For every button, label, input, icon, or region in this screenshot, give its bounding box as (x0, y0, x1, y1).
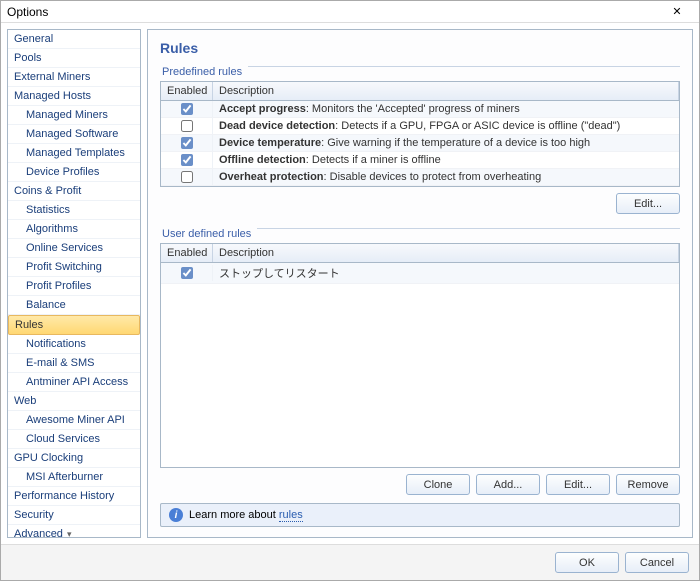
col-description[interactable]: Description (213, 244, 679, 262)
window-title: Options (7, 5, 661, 19)
rule-enabled-checkbox[interactable] (181, 171, 193, 183)
col-description[interactable]: Description (213, 82, 679, 100)
rule-desc: ストップしてリスタート (213, 263, 679, 283)
add-button[interactable]: Add... (476, 474, 540, 495)
footer: OK Cancel (1, 544, 699, 580)
titlebar: Options ✕ (1, 1, 699, 23)
rule-enabled-checkbox[interactable] (181, 103, 193, 115)
table-row[interactable]: Dead device detection: Detects if a GPU,… (161, 118, 679, 135)
sidebar-item-rules[interactable]: Rules (8, 315, 140, 335)
sidebar-item-performance-history[interactable]: Performance History (8, 487, 140, 506)
options-window: Options ✕ GeneralPoolsExternal MinersMan… (0, 0, 700, 581)
sidebar-item-msi-afterburner[interactable]: MSI Afterburner (8, 468, 140, 487)
rule-name: Offline detection (219, 154, 306, 166)
sidebar-item-gpu-clocking[interactable]: GPU Clocking (8, 449, 140, 468)
predefined-grid: Enabled Description Accept progress: Mon… (160, 81, 680, 187)
user-grid: Enabled Description ストップしてリスタート (160, 243, 680, 468)
col-enabled[interactable]: Enabled (161, 82, 213, 100)
user-label: User defined rules (160, 228, 251, 240)
predefined-edit-button[interactable]: Edit... (616, 193, 680, 214)
sidebar-item-advanced[interactable]: Advanced▾ (8, 525, 140, 538)
rule-name: Accept progress (219, 103, 306, 115)
sidebar-item-pools[interactable]: Pools (8, 49, 140, 68)
rule-desc: : Give warning if the temperature of a d… (321, 137, 590, 149)
sidebar-item-awesome-miner-api[interactable]: Awesome Miner API (8, 411, 140, 430)
info-icon: i (169, 508, 183, 522)
sidebar-item-e-mail-sms[interactable]: E-mail & SMS (8, 354, 140, 373)
rule-desc: : Detects if a GPU, FPGA or ASIC device … (335, 120, 620, 132)
rule-enabled-checkbox[interactable] (181, 267, 193, 279)
sidebar-item-security[interactable]: Security (8, 506, 140, 525)
sidebar-item-general[interactable]: General (8, 30, 140, 49)
sidebar-item-algorithms[interactable]: Algorithms (8, 220, 140, 239)
rule-desc: : Monitors the 'Accepted' progress of mi… (306, 103, 520, 115)
page-title: Rules (160, 40, 680, 56)
table-row[interactable]: ストップしてリスタート (161, 263, 679, 284)
table-row[interactable]: Accept progress: Monitors the 'Accepted'… (161, 101, 679, 118)
sidebar-item-cloud-services[interactable]: Cloud Services (8, 430, 140, 449)
rule-enabled-checkbox[interactable] (181, 120, 193, 132)
user-edit-button[interactable]: Edit... (546, 474, 610, 495)
sidebar-item-antminer-api-access[interactable]: Antminer API Access (8, 373, 140, 392)
sidebar-item-notifications[interactable]: Notifications (8, 335, 140, 354)
rule-enabled-checkbox[interactable] (181, 137, 193, 149)
rule-name: Device temperature (219, 137, 321, 149)
rule-name: Dead device detection (219, 120, 335, 132)
main-panel: Rules Predefined rules Enabled Descripti… (147, 29, 693, 538)
table-row[interactable]: Overheat protection: Disable devices to … (161, 169, 679, 186)
info-text: Learn more about rules (189, 509, 303, 521)
rule-desc: : Disable devices to protect from overhe… (324, 171, 542, 183)
rule-enabled-checkbox[interactable] (181, 154, 193, 166)
table-row[interactable]: Offline detection: Detects if a miner is… (161, 152, 679, 169)
sidebar-item-managed-hosts[interactable]: Managed Hosts (8, 87, 140, 106)
col-enabled[interactable]: Enabled (161, 244, 213, 262)
rule-name: Overheat protection (219, 171, 324, 183)
info-bar: i Learn more about rules (160, 503, 680, 527)
sidebar-item-managed-miners[interactable]: Managed Miners (8, 106, 140, 125)
rule-desc: : Detects if a miner is offline (306, 154, 441, 166)
sidebar-item-online-services[interactable]: Online Services (8, 239, 140, 258)
sidebar-item-device-profiles[interactable]: Device Profiles (8, 163, 140, 182)
sidebar-item-web[interactable]: Web (8, 392, 140, 411)
cancel-button[interactable]: Cancel (625, 552, 689, 573)
sidebar-item-coins-profit[interactable]: Coins & Profit (8, 182, 140, 201)
sidebar-item-managed-templates[interactable]: Managed Templates (8, 144, 140, 163)
sidebar-item-balance[interactable]: Balance (8, 296, 140, 315)
predefined-label: Predefined rules (160, 66, 242, 78)
ok-button[interactable]: OK (555, 552, 619, 573)
sidebar-item-external-miners[interactable]: External Miners (8, 68, 140, 87)
clone-button[interactable]: Clone (406, 474, 470, 495)
sidebar-item-profit-profiles[interactable]: Profit Profiles (8, 277, 140, 296)
table-row[interactable]: Device temperature: Give warning if the … (161, 135, 679, 152)
close-icon[interactable]: ✕ (661, 2, 693, 22)
info-link[interactable]: rules (279, 509, 303, 522)
sidebar[interactable]: GeneralPoolsExternal MinersManaged Hosts… (7, 29, 141, 538)
remove-button[interactable]: Remove (616, 474, 680, 495)
sidebar-item-statistics[interactable]: Statistics (8, 201, 140, 220)
sidebar-item-managed-software[interactable]: Managed Software (8, 125, 140, 144)
sidebar-item-profit-switching[interactable]: Profit Switching (8, 258, 140, 277)
